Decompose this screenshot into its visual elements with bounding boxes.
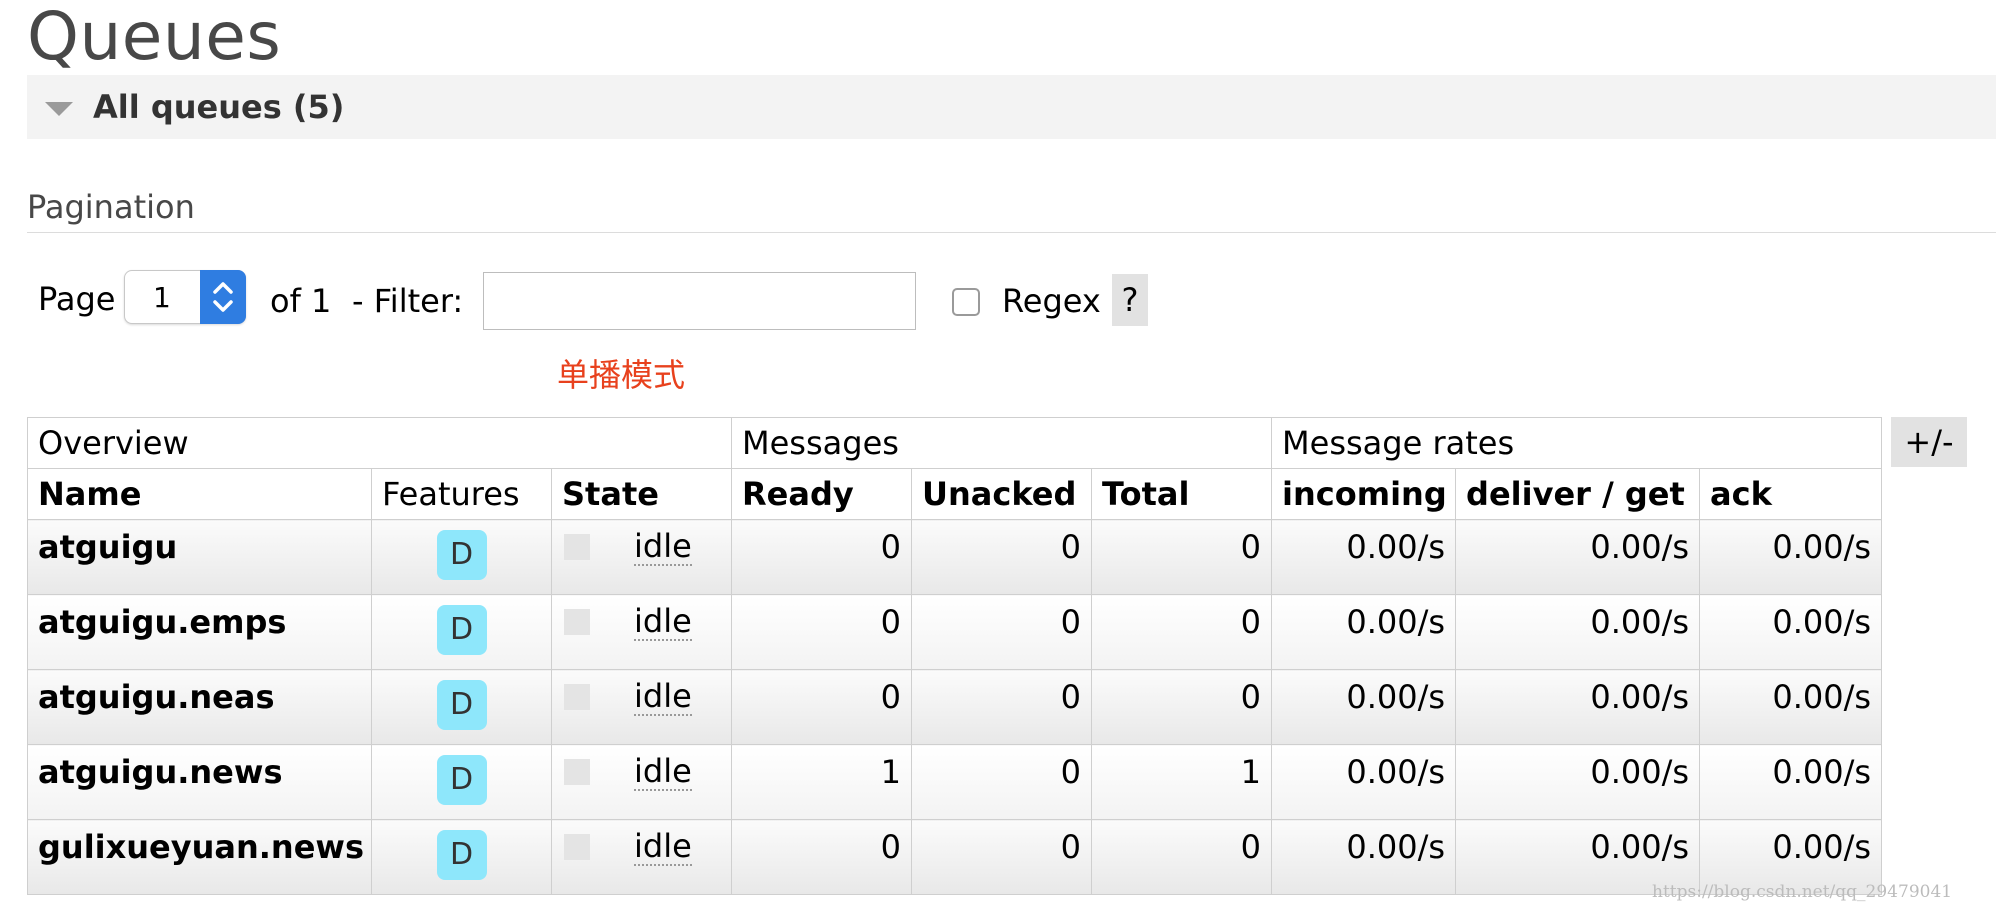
durable-badge: D [436,530,487,580]
queues-table: Overview Messages Message rates Name Fea… [27,417,1883,895]
column-header-features: Features [371,468,552,520]
ack-rate: 0.00/s [1699,669,1883,745]
table-row: atguigu.emps D idle 0 0 0 0.00/s 0.00/s … [27,594,1883,670]
ready-value: 1 [731,744,912,820]
state-text: idle [634,752,692,791]
page-select-value: 1 [153,281,171,314]
state-indicator-icon [564,609,590,635]
incoming-rate: 0.00/s [1271,519,1457,595]
all-queues-section-toggle[interactable]: All queues (5) [27,75,1996,139]
page-count-label: of 1 [270,282,332,320]
state-cell: idle [551,744,732,820]
durable-badge: D [436,755,487,805]
table-row: atguigu.neas D idle 0 0 0 0.00/s 0.00/s … [27,669,1883,745]
state-indicator-icon [564,834,590,860]
total-value: 0 [1090,519,1273,595]
state-cell: idle [551,819,732,895]
features-cell: D [371,819,552,895]
watermark: https://blog.csdn.net/qq_29479041 [1652,882,1953,902]
ack-rate: 0.00/s [1699,594,1883,670]
total-value: 1 [1090,744,1273,820]
column-header-ready[interactable]: Ready [731,468,912,520]
column-header-unacked[interactable]: Unacked [911,468,1092,520]
column-header-total[interactable]: Total [1090,468,1273,520]
features-cell: D [371,519,552,595]
incoming-rate: 0.00/s [1271,744,1457,820]
page-label: Page [38,280,116,318]
state-indicator-icon [564,759,590,785]
deliver-get-rate: 0.00/s [1455,669,1701,745]
stepper-arrows-icon[interactable] [200,270,246,324]
column-header-incoming[interactable]: incoming [1271,468,1457,520]
deliver-get-rate: 0.00/s [1455,744,1701,820]
unacked-value: 0 [911,594,1092,670]
table-row: atguigu D idle 0 0 0 0.00/s 0.00/s 0.00/… [27,519,1883,595]
features-cell: D [371,744,552,820]
section-label: All queues (5) [93,88,345,126]
total-value: 0 [1090,594,1273,670]
state-cell: idle [551,594,732,670]
total-value: 0 [1090,819,1273,895]
filter-input[interactable] [483,272,916,330]
pagination-heading: Pagination [27,188,195,226]
regex-label: Regex [1002,282,1101,320]
state-indicator-icon [564,684,590,710]
column-header-name[interactable]: Name [27,468,372,520]
queues-page: Queues All queues (5) Pagination Page 1 … [0,0,1996,914]
ready-value: 0 [731,594,912,670]
deliver-get-rate: 0.00/s [1455,519,1701,595]
ready-value: 0 [731,669,912,745]
unacked-value: 0 [911,744,1092,820]
table-row: gulixueyuan.news D idle 0 0 0 0.00/s 0.0… [27,819,1883,895]
group-header-messages: Messages [730,417,1273,469]
ack-rate: 0.00/s [1699,744,1883,820]
column-toggle-button[interactable]: +/- [1891,417,1967,467]
table-row: atguigu.news D idle 1 0 1 0.00/s 0.00/s … [27,744,1883,820]
column-header-deliver-get[interactable]: deliver / get [1455,468,1701,520]
state-text: idle [634,827,692,866]
collapse-triangle-icon [45,102,73,116]
unacked-value: 0 [911,519,1092,595]
state-text: idle [634,527,692,566]
features-cell: D [371,594,552,670]
ack-rate: 0.00/s [1699,519,1883,595]
unacked-value: 0 [911,819,1092,895]
page-title: Queues [27,0,282,75]
divider [27,232,1996,233]
durable-badge: D [436,680,487,730]
regex-help-button[interactable]: ? [1112,274,1148,326]
state-cell: idle [551,519,732,595]
page-select[interactable]: 1 [124,270,246,324]
state-text: idle [634,677,692,716]
column-header-ack[interactable]: ack [1699,468,1883,520]
queue-name-link[interactable]: atguigu [27,519,372,595]
features-cell: D [371,669,552,745]
state-cell: idle [551,669,732,745]
incoming-rate: 0.00/s [1271,594,1457,670]
incoming-rate: 0.00/s [1271,819,1457,895]
deliver-get-rate: 0.00/s [1455,594,1701,670]
incoming-rate: 0.00/s [1271,669,1457,745]
unacked-value: 0 [911,669,1092,745]
state-indicator-icon [564,534,590,560]
durable-badge: D [436,605,487,655]
ready-value: 0 [731,819,912,895]
group-header-overview: Overview [27,417,732,469]
column-header-state[interactable]: State [551,468,732,520]
queue-name-link[interactable]: atguigu.emps [27,594,372,670]
ready-value: 0 [731,519,912,595]
queue-name-link[interactable]: atguigu.neas [27,669,372,745]
total-value: 0 [1090,669,1273,745]
annotation-text: 单播模式 [557,356,686,394]
queue-name-link[interactable]: atguigu.news [27,744,372,820]
regex-checkbox[interactable] [952,288,980,316]
queue-name-link[interactable]: gulixueyuan.news [27,819,372,895]
state-text: idle [634,602,692,641]
group-header-message-rates: Message rates [1271,417,1883,469]
filter-label: - Filter: [352,282,464,320]
durable-badge: D [436,830,487,880]
